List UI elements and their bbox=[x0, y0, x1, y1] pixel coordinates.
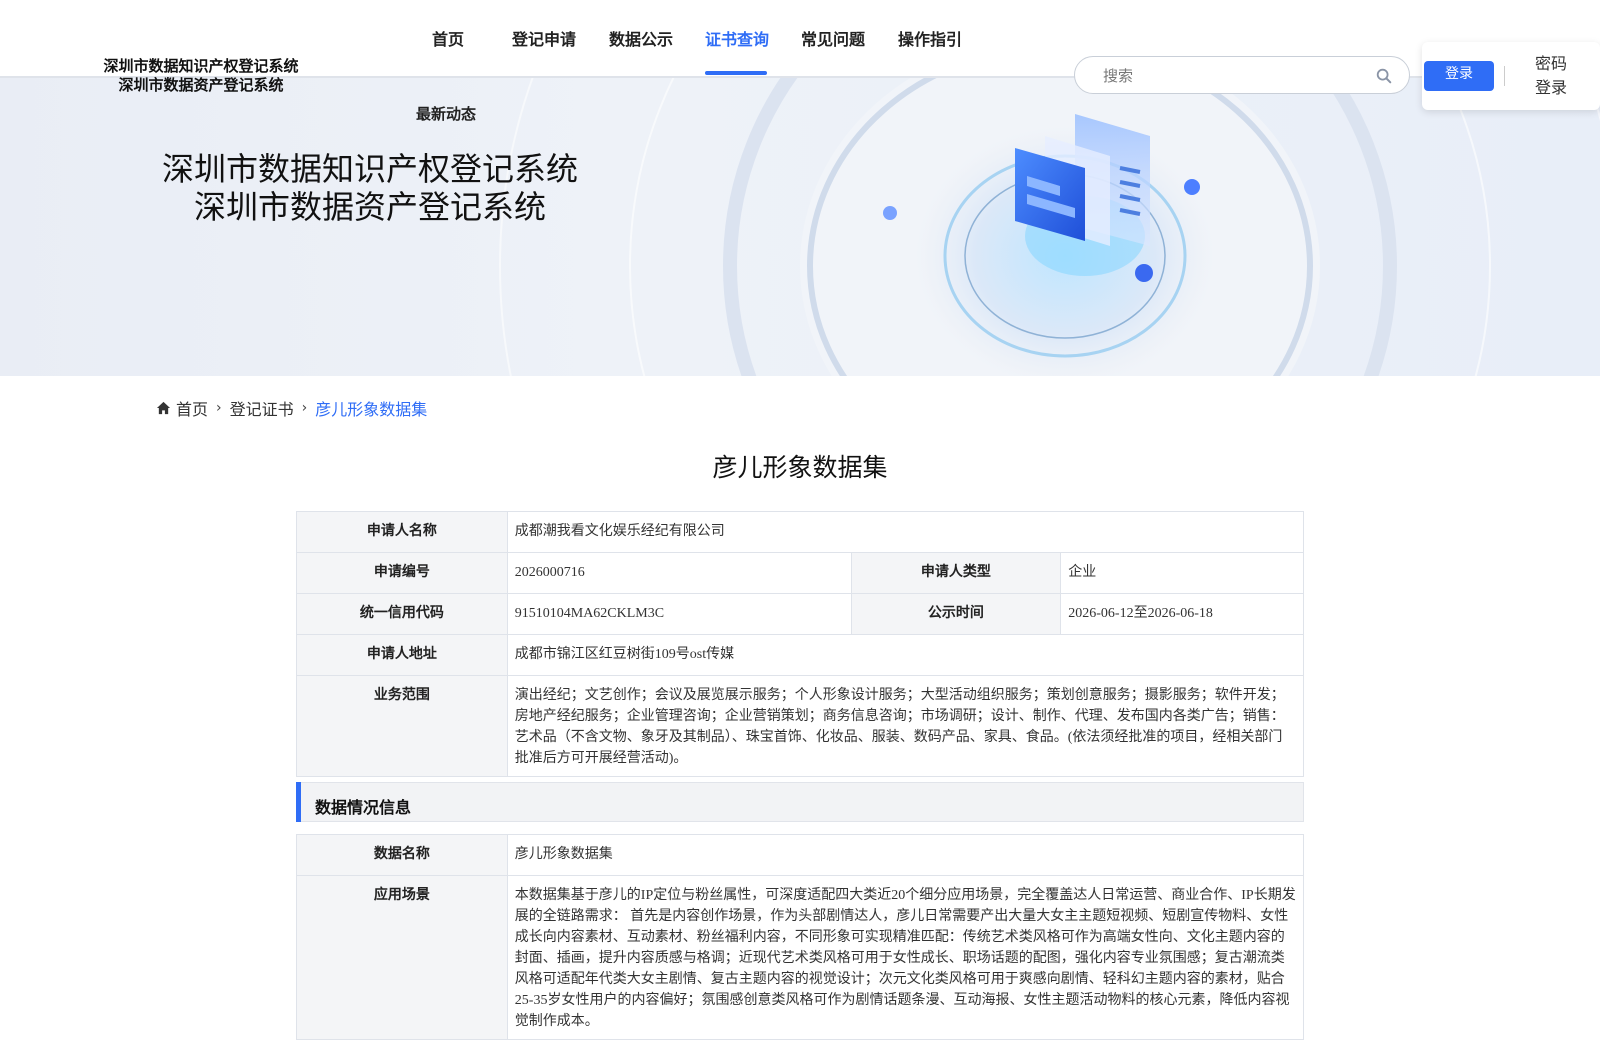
application-number-label: 申请编号 bbox=[296, 552, 508, 594]
table-row: 应用场景 本数据集基于彦儿的IP定位与粉丝属性，可深度适配四大类近20个细分应用… bbox=[296, 875, 1305, 1040]
page-title: 彦儿形象数据集 bbox=[712, 453, 888, 482]
site-title-line1: 深圳市数据知识产权登记系统 bbox=[103, 57, 299, 75]
table-row: 统一信用代码 91510104MA62CKLM3C 公示时间 2026-06-1… bbox=[296, 593, 1304, 635]
applicant-name-label: 申请人名称 bbox=[296, 511, 508, 553]
credit-code-label: 统一信用代码 bbox=[296, 593, 508, 635]
breadcrumb-current: 彦儿形象数据集 bbox=[315, 400, 428, 419]
data-name-value: 彦儿形象数据集 bbox=[506, 834, 1305, 876]
breadcrumb-certificates[interactable]: 登记证书 bbox=[230, 396, 294, 420]
banner-title-line1: 深圳市数据知识产权登记系统 bbox=[161, 150, 578, 188]
nav-faq[interactable]: 常见问题 bbox=[801, 26, 865, 50]
table-row: 申请人名称 成都潮我看文化娱乐经纪有限公司 bbox=[296, 511, 1305, 553]
publicity-period-value: 2026-06-12至2026-06-18 bbox=[1060, 593, 1304, 635]
business-scope-label: 业务范围 bbox=[296, 675, 508, 777]
business-scope-value: 演出经纪；文艺创作；会议及展览展示服务；个人形象设计服务；大型活动组织服务；策划… bbox=[506, 675, 1305, 777]
section-accent-bar bbox=[296, 782, 301, 822]
applicant-name-value: 成都潮我看文化娱乐经纪有限公司 bbox=[506, 511, 1305, 553]
search-icon[interactable] bbox=[1375, 67, 1393, 85]
applicant-type-value: 企业 bbox=[1060, 552, 1304, 594]
nav-certificate-query[interactable]: 证书查询 bbox=[705, 26, 769, 50]
section-title: 数据情况信息 bbox=[315, 798, 412, 817]
home-icon[interactable] bbox=[156, 401, 171, 415]
data-info-table: 数据名称 彦儿形象数据集 应用场景 本数据集基于彦儿的IP定位与粉丝属性，可深度… bbox=[296, 834, 1305, 1040]
chevron-right-icon: › bbox=[216, 400, 222, 416]
credit-code-value: 91510104MA62CKLM3C bbox=[506, 593, 852, 635]
publicity-period-label: 公示时间 bbox=[850, 593, 1062, 635]
scenario-label: 应用场景 bbox=[296, 875, 508, 1040]
nav-data-publicity[interactable]: 数据公示 bbox=[609, 26, 673, 50]
nav-home[interactable]: 首页 bbox=[432, 26, 464, 50]
site-logo-title[interactable]: 深圳市数据知识产权登记系统 深圳市数据资产登记系统 bbox=[96, 57, 306, 95]
chevron-right-icon: › bbox=[301, 400, 308, 416]
banner-title: 深圳市数据知识产权登记系统 深圳市数据资产登记系统 bbox=[150, 150, 590, 226]
nav-register-apply[interactable]: 登记申请 bbox=[512, 26, 576, 50]
data-info-section-header: 数据情况信息 bbox=[296, 782, 1304, 822]
nav-guide[interactable]: 操作指引 bbox=[898, 26, 962, 50]
table-row: 申请编号 2026000716 申请人类型 企业 bbox=[296, 552, 1304, 594]
nav-active-indicator bbox=[705, 71, 767, 75]
login-panel: 登录 密码登录 bbox=[1422, 42, 1600, 110]
applicant-address-value: 成都市锦江区红豆树街109号ost传媒 bbox=[506, 634, 1305, 676]
data-name-label: 数据名称 bbox=[296, 834, 508, 876]
banner-title-line2: 深圳市数据资产登记系统 bbox=[193, 188, 546, 226]
login-divider bbox=[1504, 66, 1505, 86]
scenario-value: 本数据集基于彦儿的IP定位与粉丝属性，可深度适配四大类近20个细分应用场景，完全… bbox=[506, 875, 1305, 1040]
password-login-link[interactable]: 密码登录 bbox=[1528, 52, 1574, 100]
nav-latest-news[interactable]: 最新动态 bbox=[416, 103, 476, 124]
search-box[interactable] bbox=[1074, 56, 1410, 94]
applicant-info-table: 申请人名称 成都潮我看文化娱乐经纪有限公司 申请编号 2026000716 申请… bbox=[296, 511, 1305, 777]
table-row: 数据名称 彦儿形象数据集 bbox=[296, 834, 1305, 876]
applicant-type-label: 申请人类型 bbox=[850, 552, 1062, 594]
application-number-value: 2026000716 bbox=[506, 552, 852, 594]
table-row: 业务范围 演出经纪；文艺创作；会议及展览展示服务；个人形象设计服务；大型活动组织… bbox=[296, 675, 1305, 777]
breadcrumb: 首页 › 登记证书 › 彦儿形象数据集 bbox=[156, 396, 427, 420]
hero-banner: 深圳市数据知识产权登记系统 深圳市数据资产登记系统 bbox=[0, 76, 1600, 376]
breadcrumb-home[interactable]: 首页 bbox=[176, 396, 208, 420]
site-title-line2: 深圳市数据资产登记系统 bbox=[118, 76, 284, 94]
search-input[interactable] bbox=[1101, 65, 1375, 87]
banner-illustration bbox=[499, 76, 1600, 376]
table-row: 申请人地址 成都市锦江区红豆树街109号ost传媒 bbox=[296, 634, 1305, 676]
applicant-address-label: 申请人地址 bbox=[296, 634, 508, 676]
login-button[interactable]: 登录 bbox=[1424, 61, 1494, 91]
